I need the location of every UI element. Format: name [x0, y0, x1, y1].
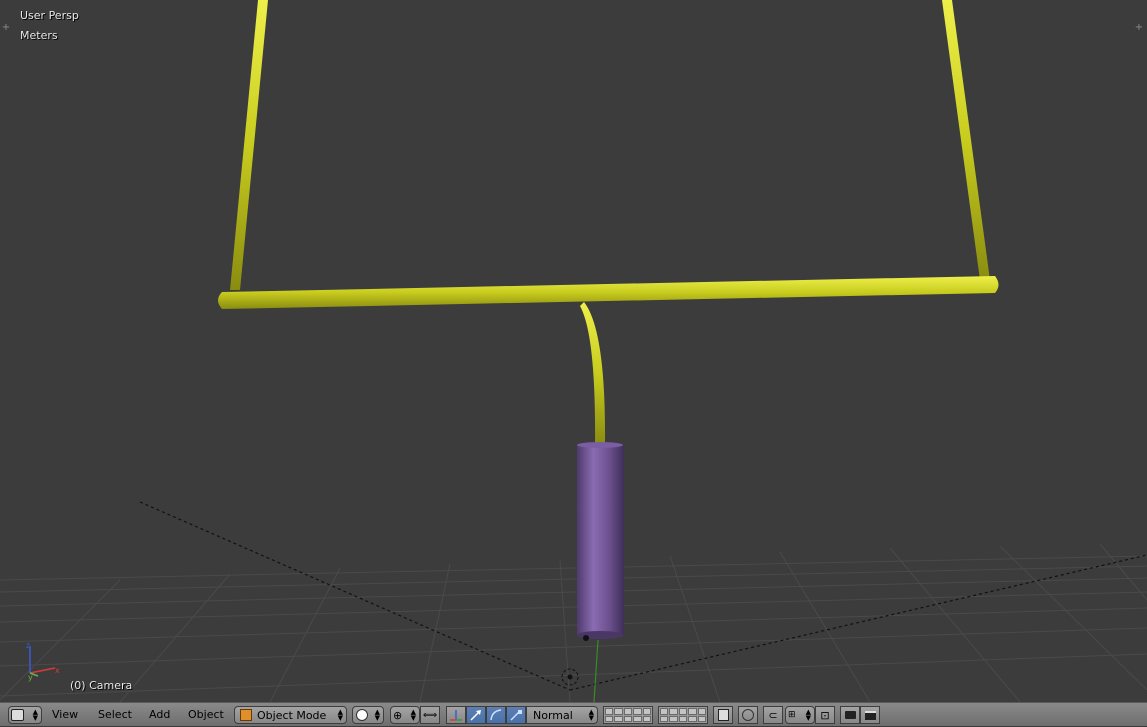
gooseneck — [580, 302, 606, 445]
floor-grid — [0, 543, 1147, 702]
snap-increment-icon: ⊞ — [788, 710, 796, 720]
pivot-median-icon: ⊕ — [393, 708, 403, 722]
object-origin — [583, 635, 589, 641]
mode-label: Object Mode — [257, 708, 327, 722]
menu-view[interactable]: View — [48, 703, 82, 727]
3d-view-icon — [11, 709, 24, 721]
viewport-shading-selector[interactable]: ▲ ▼ — [352, 706, 384, 724]
snap-element-selector[interactable]: ⊞ ▲ ▼ — [785, 706, 815, 724]
right-upright — [942, 0, 990, 280]
proportional-circle-icon — [742, 709, 754, 721]
transform-orientation-label: Normal — [533, 708, 573, 722]
region-expand-right-icon[interactable]: + — [1134, 23, 1144, 33]
magnet-icon: ⊂ — [768, 708, 778, 722]
transform-orientation-selector[interactable]: Normal ▲ ▼ — [526, 706, 598, 724]
snap-target-button[interactable]: ⊡ — [815, 706, 835, 724]
scale-handle-icon — [510, 710, 522, 721]
editor-type-selector[interactable]: ▲ ▼ — [8, 706, 42, 724]
viewport-header: ▲ ▼ View Select Add Object Object Mode ▲ ▼… — [0, 702, 1147, 726]
dropdown-arrows-icon: ▲ ▼ — [374, 708, 380, 722]
translate-arrow-icon — [470, 710, 481, 721]
render-animation-button[interactable] — [860, 706, 880, 724]
center-points-icon: ⟺ — [422, 709, 438, 721]
clapperboard-icon — [864, 710, 876, 720]
left-upright — [230, 0, 268, 290]
cube-icon — [240, 709, 252, 721]
svg-text:x: x — [55, 666, 60, 675]
object-info-label: (0) Camera — [70, 679, 133, 692]
mode-selector[interactable]: Object Mode ▲ ▼ — [234, 706, 347, 724]
crossbar — [218, 276, 999, 309]
svg-text:z: z — [26, 641, 30, 650]
viewport-scene[interactable]: z y x — [0, 0, 1147, 702]
pivot-point-selector[interactable]: ⊕ ▲ ▼ — [390, 706, 420, 724]
lock-layers-button[interactable] — [713, 706, 733, 724]
menu-select[interactable]: Select — [94, 703, 136, 727]
post-padding — [577, 445, 624, 635]
dropdown-arrows-icon: ▲ ▼ — [32, 708, 38, 722]
axis-gizmo: z y x — [26, 641, 60, 682]
snap-target-icon: ⊡ — [820, 708, 830, 722]
rotate-manipulator-button[interactable] — [486, 706, 506, 724]
scene-layers-group-1[interactable] — [603, 706, 653, 724]
camera-icon — [844, 711, 856, 719]
view-name-label: User Persp — [20, 9, 79, 22]
manipulate-center-points-button[interactable]: ⟺ — [420, 706, 440, 724]
dropdown-arrows-icon: ▲ ▼ — [588, 708, 594, 722]
dropdown-arrows-icon: ▲ ▼ — [337, 708, 343, 722]
units-label: Meters — [20, 29, 58, 42]
render-image-button[interactable] — [840, 706, 860, 724]
scene-layers-group-2[interactable] — [658, 706, 708, 724]
menu-object[interactable]: Object — [184, 703, 228, 727]
rotate-arc-icon — [490, 709, 502, 721]
menu-add[interactable]: Add — [145, 703, 174, 727]
dropdown-arrows-icon: ▲ ▼ — [410, 708, 416, 722]
dropdown-arrows-icon: ▲ ▼ — [805, 708, 811, 722]
solid-sphere-icon — [356, 709, 368, 721]
z-axis-line — [593, 639, 599, 702]
translate-manipulator-button[interactable] — [466, 706, 486, 724]
region-expand-left-icon[interactable]: + — [1, 23, 11, 33]
snap-toggle-button[interactable]: ⊂ — [763, 706, 783, 724]
layers-lock-icon — [717, 709, 729, 721]
manipulator-axes-icon — [450, 710, 462, 721]
x-axis-line — [139, 501, 571, 691]
scale-manipulator-button[interactable] — [506, 706, 526, 724]
svg-text:y: y — [28, 673, 33, 682]
proportional-editing-button[interactable] — [738, 706, 758, 724]
3d-viewport[interactable]: z y x User Persp Meters (0) Camera + + — [0, 0, 1147, 702]
manipulator-toggle-button[interactable] — [446, 706, 466, 724]
